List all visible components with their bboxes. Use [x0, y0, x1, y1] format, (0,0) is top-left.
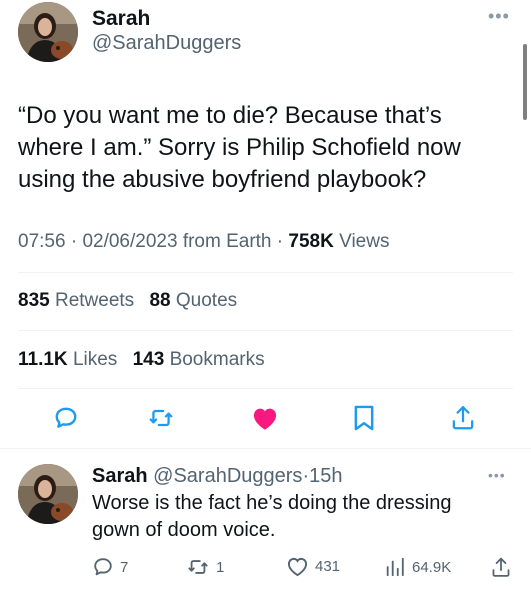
- divider: [18, 272, 513, 273]
- speech-bubble-icon: [94, 558, 112, 576]
- more-horizontal-icon[interactable]: •••: [488, 6, 510, 27]
- speech-bubble-icon: [55, 407, 77, 428]
- bar-chart-icon: [386, 557, 404, 577]
- tweet-time[interactable]: 07:56: [18, 231, 66, 252]
- likes-count: 11.1K: [18, 349, 68, 370]
- reply-like-button[interactable]: 431: [286, 556, 340, 577]
- more-horizontal-icon[interactable]: •••: [488, 467, 506, 483]
- author-handle[interactable]: @SarahDuggers: [92, 32, 241, 55]
- reply-author-name[interactable]: Sarah: [92, 465, 148, 487]
- quotes-count: 88: [149, 290, 171, 311]
- divider: [18, 388, 513, 389]
- bookmarks-label: Bookmarks: [169, 349, 265, 370]
- reply-share-button[interactable]: [490, 556, 512, 579]
- tweet-meta: 07:56 · 02/06/2023 from Earth · 758K Vie…: [18, 231, 389, 253]
- retweet-button[interactable]: [144, 402, 178, 434]
- reply-retweet-count: 1: [216, 558, 225, 576]
- share-button[interactable]: [447, 402, 479, 434]
- tweet-date[interactable]: 02/06/2023: [82, 231, 177, 252]
- views-count: 758K: [288, 231, 334, 252]
- meta-separator: ·: [276, 231, 284, 252]
- scrollbar[interactable]: [523, 44, 527, 120]
- bookmark-icon: [354, 405, 374, 431]
- reply-views-count: 64.9K: [412, 558, 452, 576]
- share-upload-icon: [452, 406, 474, 430]
- bookmarks-count: 143: [132, 349, 165, 370]
- heart-icon: [253, 408, 277, 430]
- likes-label: Likes: [72, 349, 118, 370]
- avatar-photo: [18, 464, 78, 524]
- meta-separator: ·: [70, 231, 78, 252]
- reply-like-count: 431: [315, 558, 341, 575]
- reply-header: Sarah @SarahDuggers·15h: [92, 465, 342, 488]
- reply-reply-button[interactable]: 7: [92, 556, 128, 578]
- reply-age[interactable]: 15h: [309, 465, 342, 487]
- bookmarks-stat[interactable]: 143 Bookmarks: [133, 349, 265, 370]
- tweet-text: “Do you want me to die? Because that’s w…: [18, 102, 461, 193]
- author-name[interactable]: Sarah: [92, 7, 150, 31]
- heart-icon: [287, 557, 308, 577]
- divider: [18, 330, 513, 331]
- retweet-arrows-icon: [149, 409, 173, 427]
- reply-reply-count: 7: [120, 558, 129, 576]
- divider: [0, 448, 531, 449]
- bookmark-button[interactable]: [348, 402, 380, 434]
- retweets-quotes-row: 835 Retweets 88 Quotes: [18, 290, 237, 312]
- likes-bookmarks-row: 11.1K Likes 143 Bookmarks: [18, 349, 265, 371]
- tweet-source: from Earth: [182, 231, 272, 252]
- likes-stat[interactable]: 11.1K Likes: [18, 349, 117, 370]
- retweets-stat[interactable]: 835 Retweets: [18, 290, 134, 311]
- quotes-label: Quotes: [175, 290, 238, 311]
- retweet-arrows-icon: [188, 560, 208, 574]
- reply-button[interactable]: [50, 402, 82, 434]
- like-button[interactable]: [249, 402, 281, 434]
- avatar-photo: [18, 2, 78, 62]
- reply-views-button[interactable]: 64.9K: [384, 556, 451, 578]
- reply-avatar[interactable]: [18, 464, 78, 524]
- quotes-stat[interactable]: 88 Quotes: [149, 290, 237, 311]
- share-upload-icon: [492, 557, 510, 577]
- views-label: Views: [339, 231, 390, 252]
- retweets-count: 835: [18, 290, 50, 311]
- reply-retweet-button[interactable]: 1: [186, 556, 224, 578]
- reply-author-handle[interactable]: @SarahDuggers: [153, 465, 302, 487]
- retweets-label: Retweets: [54, 290, 135, 311]
- avatar[interactable]: [18, 2, 78, 62]
- reply-text: Worse is the fact he’s doing the dressin…: [92, 492, 452, 541]
